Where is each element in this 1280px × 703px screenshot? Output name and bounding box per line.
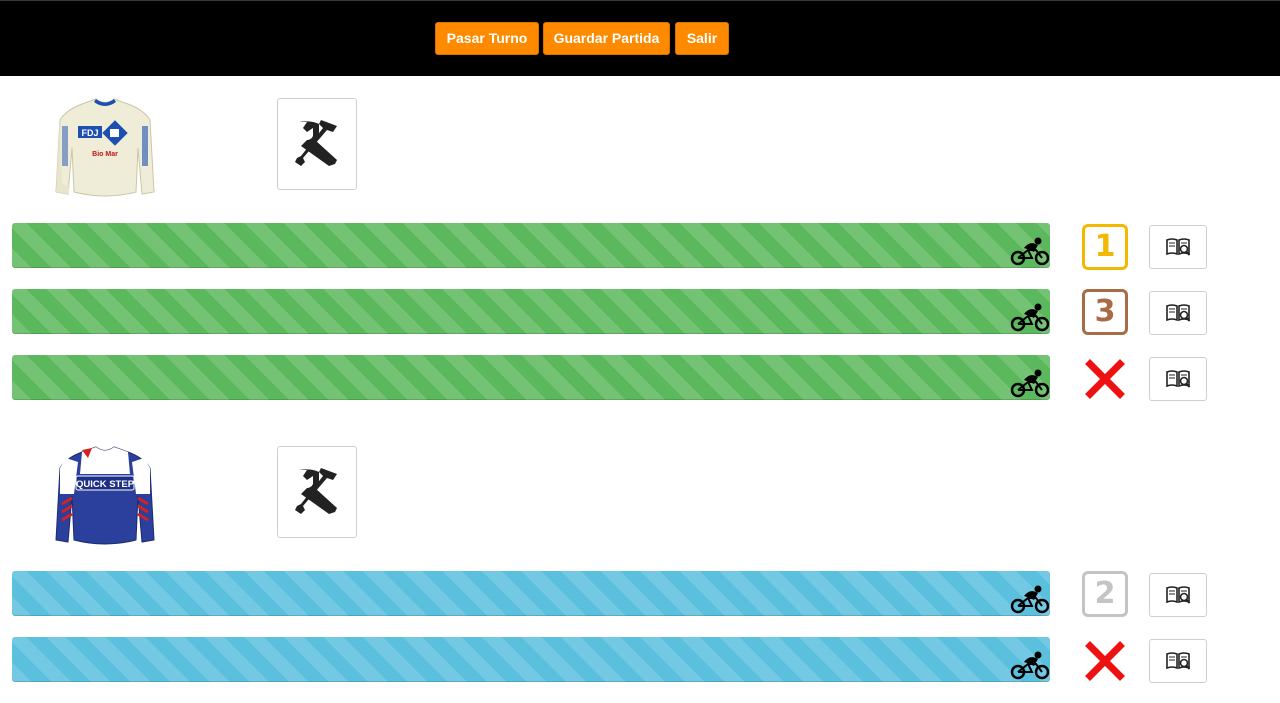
book-search-icon xyxy=(1166,586,1191,604)
rider-info-button[interactable] xyxy=(1149,357,1207,401)
cross-icon xyxy=(1085,359,1125,399)
team-jersey-quickstep: QUICK STEP xyxy=(55,446,155,545)
book-search-icon xyxy=(1166,652,1191,670)
rider-progress-bar xyxy=(12,571,1050,616)
rider-progress-bar xyxy=(12,637,1050,682)
exit-button[interactable]: Salir xyxy=(675,22,729,55)
jersey-sponsor-fdj: FDJ xyxy=(81,128,98,138)
cross-icon xyxy=(1085,641,1125,681)
rider-progress-bar xyxy=(12,223,1050,268)
rider-info-button[interactable] xyxy=(1149,639,1207,683)
rider-position-badge: 1 xyxy=(1082,224,1128,270)
rider-position-badge: 2 xyxy=(1082,571,1128,617)
rider-info-button[interactable] xyxy=(1149,225,1207,269)
book-search-icon xyxy=(1166,238,1191,256)
hammer-wrench-icon xyxy=(295,120,337,166)
jersey-sponsor-quickstep: QUICK STEP xyxy=(76,479,135,490)
rider-position-badge: 3 xyxy=(1082,289,1128,335)
team-tools-button[interactable] xyxy=(277,98,357,190)
top-toolbar: Pasar Turno Guardar Partida Salir xyxy=(0,0,1280,76)
rider-progress-bar xyxy=(12,289,1050,334)
team-jersey-fdj: FDJ Bio Mar xyxy=(55,98,155,197)
cyclist-icon xyxy=(1010,303,1050,332)
book-search-icon xyxy=(1166,304,1191,322)
book-search-icon xyxy=(1166,370,1191,388)
rider-info-button[interactable] xyxy=(1149,291,1207,335)
team-tools-button[interactable] xyxy=(277,446,357,538)
rider-info-button[interactable] xyxy=(1149,573,1207,617)
cyclist-icon xyxy=(1010,369,1050,398)
pass-turn-button[interactable]: Pasar Turno xyxy=(435,22,539,55)
hammer-wrench-icon xyxy=(295,468,337,514)
cyclist-icon xyxy=(1010,651,1050,680)
cyclist-icon xyxy=(1010,585,1050,614)
save-game-button[interactable]: Guardar Partida xyxy=(543,22,670,55)
rider-progress-bar xyxy=(12,355,1050,400)
cyclist-icon xyxy=(1010,237,1050,266)
jersey-sponsor-biomar: Bio Mar xyxy=(92,151,118,158)
